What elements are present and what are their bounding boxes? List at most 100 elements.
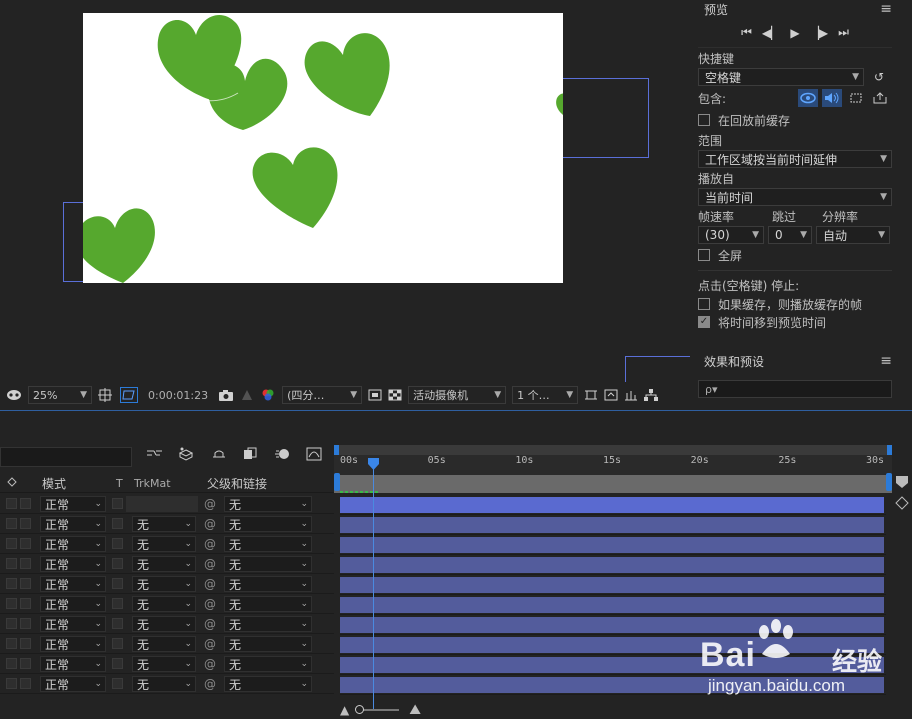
blend-mode-select[interactable]: 正常 ⌄ [40,636,106,652]
include-overlays-icon[interactable] [846,89,866,107]
label-color-swatch[interactable] [20,558,31,569]
layer-duration-bar[interactable] [340,517,884,533]
fullscreen-checkbox[interactable] [698,249,710,261]
layer-row[interactable]: 正常 ⌄ 无 ⌄ @ 无 ⌄ [0,514,334,534]
export-preview-icon[interactable] [870,89,890,107]
parent-pickwhip-icon[interactable]: @ [204,577,216,591]
lock-switch[interactable] [6,518,17,529]
parent-select[interactable]: 无 ⌄ [224,676,312,692]
previous-frame-icon[interactable]: ◀▏ [762,26,780,40]
transparency-grid-icon[interactable] [388,389,402,401]
show-snapshot-icon[interactable] [240,389,254,401]
blend-mode-select[interactable]: 正常 ⌄ [40,516,106,532]
label-color-swatch[interactable] [20,658,31,669]
range-start-handle[interactable] [334,473,340,491]
layer-duration-bar[interactable] [340,557,884,573]
lock-switch[interactable] [6,578,17,589]
parent-pickwhip-icon[interactable]: @ [204,617,216,631]
work-area-start-handle[interactable] [334,445,339,455]
layer-row[interactable]: 正常 ⌄ 无 ⌄ @ 无 ⌄ [0,674,334,694]
effects-search-input[interactable]: ρ▾ [698,380,892,398]
reset-icon[interactable]: ↺ [874,70,884,84]
range-select[interactable]: 工作区域按当前时间延伸 ▼ [698,150,892,168]
track-matte-select[interactable]: 无 ⌄ [132,596,196,612]
first-frame-icon[interactable]: ⏮ [741,25,752,40]
time-zoom-knob[interactable] [355,705,365,714]
preserve-transparency-switch[interactable] [112,518,123,529]
layer-duration-bar[interactable] [340,537,884,553]
views-select[interactable]: 1 个… ▼ [512,386,579,404]
panel-menu-icon[interactable]: ≡ [880,1,892,17]
preserve-transparency-switch[interactable] [112,618,123,629]
parent-pickwhip-icon[interactable]: @ [204,637,216,651]
label-color-swatch[interactable] [20,498,31,509]
label-color-swatch[interactable] [20,518,31,529]
preserve-transparency-switch[interactable] [112,678,123,689]
next-frame-icon[interactable]: ▕▶ [810,26,828,40]
track-matte-select[interactable]: 无 ⌄ [132,636,196,652]
cache-before-playback-checkbox[interactable] [698,114,710,126]
preserve-transparency-switch[interactable] [112,498,123,509]
parent-pickwhip-icon[interactable]: @ [204,677,216,691]
keyframe-nav-icon[interactable] [894,496,910,510]
mode-column-header[interactable]: 模式 [42,475,66,492]
track-matte-select[interactable]: 无 ⌄ [132,616,196,632]
toggle-pixel-aspect-icon[interactable] [584,389,598,401]
lock-switch[interactable] [6,598,17,609]
last-frame-icon[interactable]: ⏭ [838,25,849,40]
panel-menu-icon[interactable]: ≡ [880,353,892,369]
current-timecode[interactable]: 0:00:01:23 [144,389,212,402]
parent-select[interactable]: 无 ⌄ [224,496,312,512]
lock-switch[interactable] [6,678,17,689]
move-time-checkbox[interactable]: ✓ [698,316,710,328]
parent-pickwhip-icon[interactable]: @ [204,537,216,551]
label-color-swatch[interactable] [20,598,31,609]
camera-select[interactable]: 活动摄像机 ▼ [408,386,507,404]
ruler-ticks[interactable]: 00s 05s 10s 15s 20s 25s 30s [334,455,892,475]
layer-row[interactable]: 正常 ⌄ 无 ⌄ @ 无 ⌄ [0,654,334,674]
play-from-select[interactable]: 当前时间 ▼ [698,188,892,206]
layer-row[interactable]: 正常 ⌄ 无 ⌄ @ 无 ⌄ [0,574,334,594]
if-cached-checkbox[interactable] [698,298,710,310]
current-time-indicator-icon[interactable] [368,458,379,470]
composition-viewer[interactable] [0,0,690,382]
blend-mode-select[interactable]: 正常 ⌄ [40,656,106,672]
label-color-swatch[interactable] [20,678,31,689]
draft-3d-icon[interactable] [178,447,196,465]
blend-mode-select[interactable]: 正常 ⌄ [40,536,106,552]
work-area-end-handle[interactable] [887,445,892,455]
blend-mode-select[interactable]: 正常 ⌄ [40,496,106,512]
composition-canvas[interactable] [83,13,563,283]
comp-mini-flowchart-icon[interactable] [146,447,164,465]
reset-exposure-icon[interactable] [604,389,618,401]
preview-resolution-select[interactable]: 自动 ▼ [816,226,890,244]
trkmat-column-header[interactable]: TrkMat [134,477,171,490]
track-matte-select[interactable]: 无 ⌄ [132,676,196,692]
preserve-transparency-switch[interactable] [112,538,123,549]
blend-mode-select[interactable]: 正常 ⌄ [40,616,106,632]
layer-row[interactable]: 正常 ⌄ 无 ⌄ @ 无 ⌄ [0,554,334,574]
track-matte-select[interactable]: 无 ⌄ [132,576,196,592]
region-of-interest-icon[interactable] [120,387,138,403]
parent-select[interactable]: 无 ⌄ [224,616,312,632]
zoom-in-icon[interactable]: ⛰ [409,702,421,718]
lock-switch[interactable] [6,498,17,509]
layer-search-input[interactable] [0,447,132,467]
parent-select[interactable]: 无 ⌄ [224,536,312,552]
parent-pickwhip-icon[interactable]: @ [204,597,216,611]
lock-switch[interactable] [6,618,17,629]
motion-blur-icon[interactable] [274,447,292,465]
comp-marker-bin-icon[interactable] [894,475,910,489]
layer-duration-bar[interactable] [340,597,884,613]
label-color-swatch[interactable] [20,618,31,629]
resolution-select[interactable]: (四分… ▼ [282,386,363,404]
work-area-bar[interactable] [334,445,892,455]
shortcut-select[interactable]: 空格键 ▼ [698,68,864,86]
parent-select[interactable]: 无 ⌄ [224,636,312,652]
play-icon[interactable]: ▶ [790,26,799,40]
layer-row[interactable]: 正常 ⌄ 无 ⌄ @ 无 ⌄ [0,614,334,634]
layer-duration-bar[interactable] [340,497,884,513]
track-matte-select[interactable]: 无 ⌄ [132,516,196,532]
timeline-panel-icon[interactable] [624,389,638,401]
blend-mode-select[interactable]: 正常 ⌄ [40,676,106,692]
